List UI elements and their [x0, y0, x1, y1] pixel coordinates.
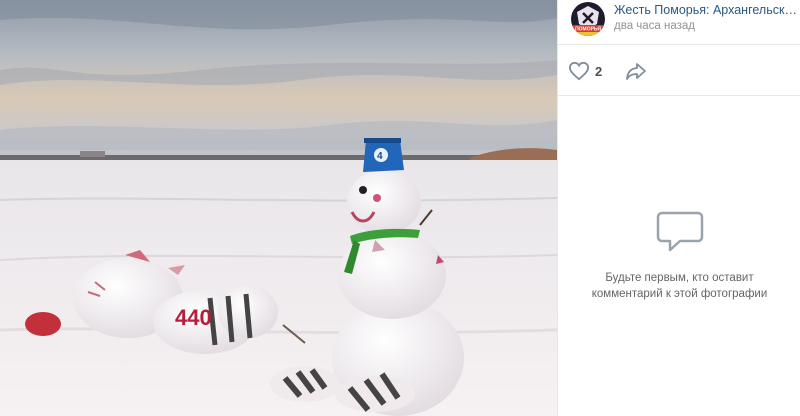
- comments-empty-line-2: комментарий к этой фотографии: [591, 288, 768, 300]
- bucket-label: 4: [377, 151, 383, 162]
- svg-text:ПОМОРЬЯ: ПОМОРЬЯ: [575, 27, 601, 33]
- comments-empty-state: Будьте первым, кто оставит комментарий к…: [558, 210, 800, 302]
- post-header: ПОМОРЬЯ Жесть Поморья: Архангельск Север…: [558, 0, 800, 44]
- comment-bubble-icon: [656, 211, 703, 252]
- post-timestamp[interactable]: два часа назад: [614, 20, 695, 32]
- heart-icon: [568, 61, 590, 81]
- share-button[interactable]: [624, 59, 648, 83]
- comments-empty-line-1: Будьте первым, кто оставит: [605, 272, 754, 284]
- post-panel: ПОМОРЬЯ Жесть Поморья: Архангельск Север…: [557, 0, 800, 416]
- painted-number: 440: [175, 305, 212, 330]
- author-name-link[interactable]: Жесть Поморья: Архангельск Северодвинск: [614, 3, 797, 17]
- post-actions: 2: [558, 44, 800, 96]
- like-button[interactable]: 2: [568, 58, 602, 84]
- community-avatar-icon[interactable]: ПОМОРЬЯ: [571, 2, 605, 36]
- share-arrow-icon: [626, 63, 646, 80]
- comments-empty-text: Будьте первым, кто оставит комментарий к…: [558, 270, 800, 302]
- snowman-photo: 440 4: [0, 0, 557, 416]
- photo[interactable]: 440 4: [0, 0, 557, 416]
- photo-viewer: 440 4 ПОМОРЬЯ Жесть Поморья: Архангельск…: [0, 0, 800, 416]
- like-count: 2: [595, 63, 603, 79]
